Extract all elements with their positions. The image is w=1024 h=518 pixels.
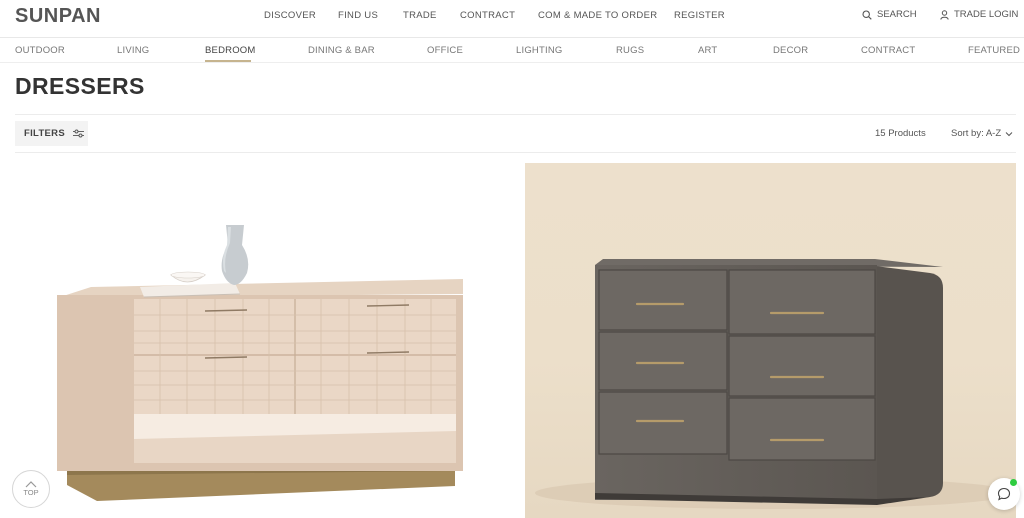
header: SUNPAN DISCOVER FIND US TRADE CONTRACT C… [0,0,1024,38]
product-card[interactable] [15,163,511,518]
nav-contract[interactable]: CONTRACT [460,10,515,21]
trade-login-button[interactable]: TRADE LOGIN [940,9,1018,20]
user-icon [940,9,949,20]
page-title: DRESSERS [15,73,145,99]
trade-login-label: TRADE LOGIN [954,9,1019,20]
product-count: 15 Products [875,128,926,139]
chat-bubble-icon [997,487,1011,501]
product-image [57,225,463,501]
filters-label: FILTERS [24,128,65,139]
category-art[interactable]: ART [698,45,717,56]
category-dining-bar[interactable]: DINING & BAR [308,45,375,56]
category-featured[interactable]: FEATURED [968,45,1020,56]
category-decor[interactable]: DECOR [773,45,808,56]
category-rugs[interactable]: RUGS [616,45,644,56]
category-lighting[interactable]: LIGHTING [516,45,562,56]
nav-find-us[interactable]: FIND US [338,10,378,21]
sliders-icon [72,129,84,138]
category-office[interactable]: OFFICE [427,45,463,56]
search-label: SEARCH [877,9,917,20]
category-outdoor[interactable]: OUTDOOR [15,45,65,56]
nav-trade[interactable]: TRADE [403,10,437,21]
product-image [535,259,1015,509]
sort-label: Sort by: A-Z [951,128,1002,139]
category-living[interactable]: LIVING [117,45,149,56]
filters-button[interactable]: FILTERS [15,121,88,146]
divider [15,152,1016,153]
search-button[interactable]: SEARCH [862,9,917,20]
search-icon [862,9,872,20]
category-bedroom[interactable]: BEDROOM [205,45,256,56]
chevron-up-icon [25,481,37,488]
divider [15,114,1016,115]
nav-discover[interactable]: DISCOVER [264,10,316,21]
back-to-top-button[interactable]: TOP [12,470,50,508]
chevron-down-icon [1005,131,1013,137]
active-category-underline [205,60,251,62]
sort-dropdown[interactable]: Sort by: A-Z [951,128,1013,139]
online-status-dot [1010,479,1017,486]
category-nav: OUTDOOR LIVING BEDROOM DINING & BAR OFFI… [0,38,1024,63]
category-contract[interactable]: CONTRACT [861,45,915,56]
nav-register[interactable]: REGISTER [674,10,725,21]
product-card[interactable] [525,163,1016,518]
nav-com-made-to-order[interactable]: COM & MADE TO ORDER [538,10,657,21]
back-to-top-label: TOP [23,488,39,497]
